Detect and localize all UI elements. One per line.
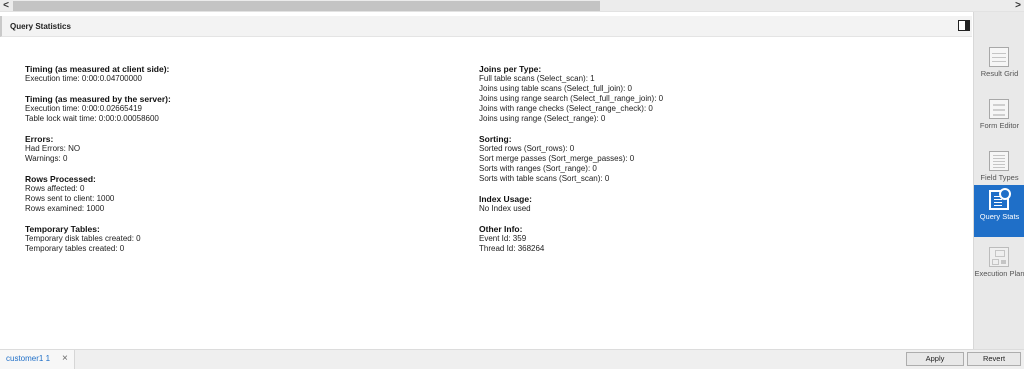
stat-line: Thread Id: 368264: [479, 244, 545, 253]
section-heading: Temporary Tables:: [25, 224, 100, 234]
stat-line: Sorted rows (Sort_rows): 0: [479, 144, 575, 153]
stat-line: Joins using table scans (Select_full_joi…: [479, 84, 632, 93]
stat-line: Warnings: 0: [25, 154, 68, 163]
tab-customer1[interactable]: customer1 1 ×: [0, 350, 75, 369]
stats-right-column: Joins per Type: Full table scans (Select_…: [479, 64, 663, 264]
field-types-label: Field Types: [980, 173, 1019, 182]
stats-section: Other Info: Event Id: 359 Thread Id: 36826…: [479, 224, 663, 254]
stats-section: Sorting: Sorted rows (Sort_rows): 0 Sort m…: [479, 134, 663, 184]
stat-line: Rows examined: 1000: [25, 204, 105, 213]
revert-button[interactable]: Revert: [967, 352, 1021, 366]
result-grid-icon: [989, 47, 1009, 67]
stat-line: Execution time: 0:00:0.04700000: [25, 74, 142, 83]
right-sidebar: Result Grid Form Editor Field Types Quer…: [973, 12, 1024, 349]
result-grid-button[interactable]: Result Grid: [974, 42, 1024, 94]
execution-plan-label: Execution Plan: [974, 269, 1024, 278]
execution-plan-icon: [989, 247, 1009, 267]
section-heading: Joins per Type:: [479, 64, 542, 74]
stat-line: Joins using range search (Select_full_ra…: [479, 94, 664, 103]
field-types-icon: [989, 151, 1009, 171]
stat-line: Event Id: 359: [479, 234, 527, 243]
stat-line: Sorts with table scans (Sort_scan): 0: [479, 174, 610, 183]
stat-line: Execution time: 0:00:0.02665419: [25, 104, 142, 113]
form-editor-label: Form Editor: [979, 121, 1020, 130]
panel-title: Query Statistics: [10, 22, 71, 31]
stat-line: Had Errors: NO: [25, 144, 81, 153]
result-grid-label: Result Grid: [980, 69, 1019, 78]
stat-line: Temporary disk tables created: 0: [25, 234, 141, 243]
execution-plan-button[interactable]: Execution Plan: [974, 242, 1024, 294]
stats-left-column: Timing (as measured at client side): Exec…: [25, 64, 171, 264]
stats-section: Temporary Tables: Temporary disk tables c…: [25, 224, 171, 254]
apply-button[interactable]: Apply: [906, 352, 964, 366]
form-editor-button[interactable]: Form Editor: [974, 94, 1024, 146]
stats-section: Joins per Type: Full table scans (Select_…: [479, 64, 663, 124]
bottom-bar: customer1 1 × Apply Revert: [0, 349, 1024, 369]
stat-line: Full table scans (Select_scan): 1: [479, 74, 595, 83]
stat-line: Rows affected: 0: [25, 184, 85, 193]
panel-header: Query Statistics: [0, 16, 972, 37]
tab-label[interactable]: customer1 1: [6, 354, 50, 363]
query-stats-icon: [989, 188, 1011, 210]
section-heading: Other Info:: [479, 224, 523, 234]
section-heading: Sorting:: [479, 134, 512, 144]
scrollbar-thumb[interactable]: [13, 1, 600, 11]
close-icon[interactable]: ×: [62, 353, 68, 365]
stat-line: Rows sent to client: 1000: [25, 194, 115, 203]
section-heading: Timing (as measured by the server):: [25, 94, 171, 104]
section-heading: Timing (as measured at client side):: [25, 64, 170, 74]
stat-line: Joins with range checks (Select_range_ch…: [479, 104, 653, 113]
stats-section: Errors: Had Errors: NO Warnings: 0: [25, 134, 171, 164]
section-heading: Index Usage:: [479, 194, 532, 204]
panel-toggle-icon[interactable]: [958, 20, 970, 31]
stats-section: Timing (as measured by the server): Execu…: [25, 94, 171, 124]
stat-line: Sort merge passes (Sort_merge_passes): 0: [479, 154, 635, 163]
stat-line: Sorts with ranges (Sort_range): 0: [479, 164, 597, 173]
form-editor-icon: [989, 99, 1009, 119]
query-statistics-content: Timing (as measured at client side): Exec…: [0, 38, 972, 348]
stats-section: Index Usage: No Index used: [479, 194, 663, 214]
scroll-right-arrow[interactable]: >: [1012, 0, 1024, 12]
section-heading: Errors:: [25, 134, 54, 144]
stat-line: Table lock wait time: 0:00:0.00058600: [25, 114, 159, 123]
stat-line: Joins using range (Select_range): 0: [479, 114, 606, 123]
stat-line: No Index used: [479, 204, 531, 213]
query-stats-label: Query Stats: [979, 212, 1020, 221]
stats-section: Timing (as measured at client side): Exec…: [25, 64, 171, 84]
stats-section: Rows Processed: Rows affected: 0 Rows sent…: [25, 174, 171, 214]
scroll-left-arrow[interactable]: <: [0, 0, 12, 12]
stat-line: Temporary tables created: 0: [25, 244, 125, 253]
section-heading: Rows Processed:: [25, 174, 96, 184]
horizontal-scrollbar[interactable]: < >: [0, 0, 1024, 12]
query-stats-button[interactable]: Query Stats: [974, 185, 1024, 237]
